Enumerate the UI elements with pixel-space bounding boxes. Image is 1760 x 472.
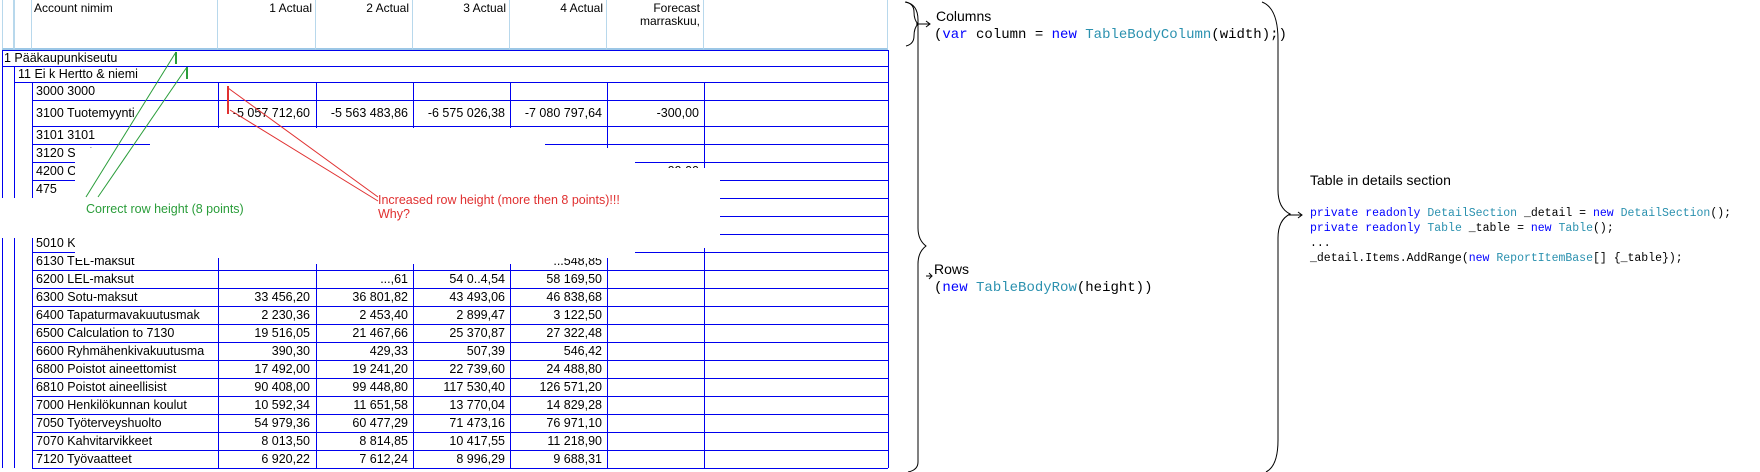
columns-code: (var column = new TableBodyColumn(width)… bbox=[934, 27, 1287, 43]
red-arrow-2 bbox=[229, 109, 379, 202]
rows-brace bbox=[904, 1, 927, 472]
code-line-1: private readonly DetailSection _detail =… bbox=[1310, 207, 1732, 220]
green-arrow-1 bbox=[85, 51, 177, 198]
details-arrow bbox=[1288, 211, 1303, 219]
rows-title: Rows bbox=[934, 261, 970, 277]
code-line-2: private readonly Table _table = new Tabl… bbox=[1310, 222, 1614, 235]
rows-code: (new TableBodyRow(height)) bbox=[934, 280, 1153, 296]
columns-title: Columns bbox=[936, 8, 992, 24]
rows-arrow bbox=[926, 272, 933, 280]
annotation-arrows bbox=[85, 1, 1303, 472]
correct-height-note: Correct row height (8 points) bbox=[86, 202, 244, 216]
code-line-3: ... bbox=[1310, 237, 1331, 250]
details-title: Table in details section bbox=[1310, 172, 1451, 188]
red-arrow-1 bbox=[227, 87, 379, 198]
green-arrow-2 bbox=[97, 66, 188, 198]
increased-height-why: Why? bbox=[378, 207, 410, 221]
increased-height-note: Increased row height (more then 8 points… bbox=[378, 193, 620, 207]
code-line-4: _detail.Items.AddRange(new ReportItemBas… bbox=[1310, 252, 1683, 265]
screenshot-canvas: Account nimim 1 Actual 2 Actual 3 Actual 4 A… bbox=[0, 0, 1760, 472]
table-brace bbox=[1261, 1, 1292, 472]
